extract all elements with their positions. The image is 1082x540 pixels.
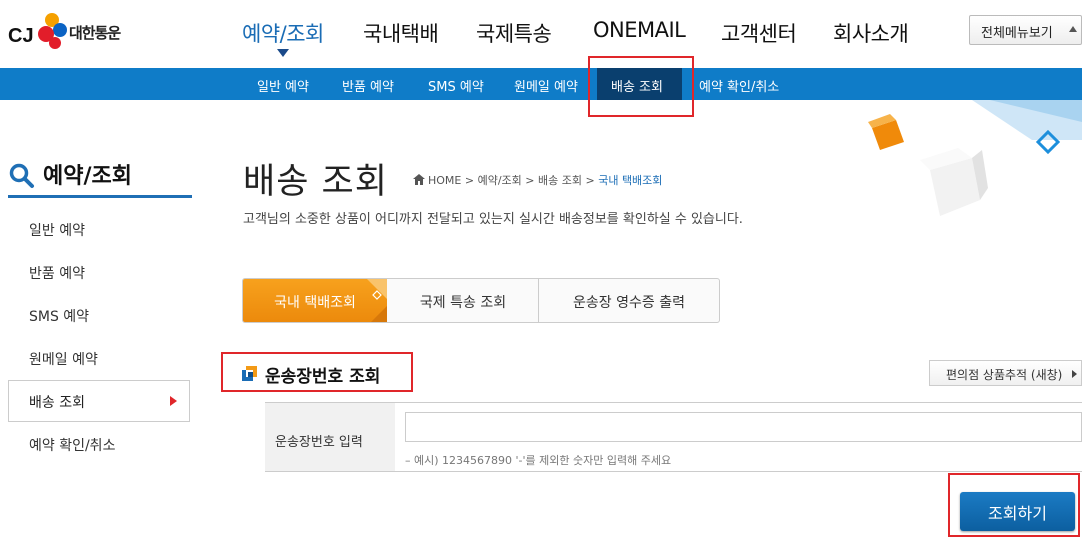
lnb-item-delivery-tracking[interactable]: 배송 조회 (29, 392, 85, 412)
page-description: 고객님의 소중한 상품이 어디까지 전달되고 있는지 실시간 배송정보를 확인하… (243, 212, 743, 227)
tab-label: 국제 특송 조회 (419, 295, 507, 311)
highlight-box-section (221, 352, 413, 392)
highlight-box-subnav (588, 56, 694, 117)
search-icon (9, 163, 34, 188)
waybill-hint: – 예시) 1234567890 '-'를 제외한 숫자만 입력해 주세요 (405, 454, 672, 467)
gnb-domestic[interactable]: 국내택배 (363, 18, 439, 48)
highlight-box-submit (948, 473, 1080, 537)
cj-logo-icon: CJ (8, 13, 67, 49)
lnb-item-sms-reservation[interactable]: SMS 예약 (29, 306, 89, 326)
waybill-label: 운송장번호 입력 (275, 435, 363, 450)
lnb-item-return-reservation[interactable]: 반품 예약 (29, 263, 85, 283)
header: CJ 대한통운 예약/조회 국내택배 국제특송 ONEMAIL 고객센터 회사소… (0, 0, 1082, 68)
lnb-item-reservation-check[interactable]: 예약 확인/취소 (29, 435, 115, 455)
lnb-item-general-reservation[interactable]: 일반 예약 (29, 220, 85, 240)
home-icon (413, 174, 425, 185)
gnb-reservation[interactable]: 예약/조회 (242, 18, 324, 48)
tab-international-tracking[interactable]: 국제 특송 조회 (388, 279, 538, 322)
brand-name: 대한통운 (69, 24, 121, 42)
svg-text:CJ: CJ (8, 25, 34, 47)
breadcrumb-tracking[interactable]: 배송 조회 (538, 174, 582, 187)
lnb-title-underline (8, 195, 192, 198)
tab-corner-decoration-icon (367, 279, 387, 322)
page-title: 배송 조회 (243, 162, 388, 202)
all-menu-button[interactable]: 전체메뉴보기 (969, 15, 1082, 45)
gnb-onemail[interactable]: ONEMAIL (593, 18, 686, 42)
breadcrumb: HOME > 예약/조회 > 배송 조회 > 국내 택배조회 (413, 172, 662, 188)
breadcrumb-current: 국내 택배조회 (598, 174, 663, 187)
cvs-tracking-button[interactable]: 편의점 상품추적 (새창) (929, 360, 1082, 386)
all-menu-label: 전체메뉴보기 (981, 26, 1053, 41)
lnb-item-onemail-reservation[interactable]: 원메일 예약 (29, 349, 98, 369)
tab-label: 국내 택배조회 (274, 295, 356, 311)
waybill-form: 운송장번호 입력 – 예시) 1234567890 '-'를 제외한 숫자만 입… (265, 402, 1082, 472)
breadcrumb-home[interactable]: HOME (428, 174, 461, 187)
subnav-return-reservation[interactable]: 반품 예약 (342, 76, 394, 95)
gnb-active-indicator (277, 49, 289, 57)
tab-label: 운송장 영수증 출력 (573, 295, 685, 311)
lnb-title: 예약/조회 (43, 164, 132, 189)
subnav-sms-reservation[interactable]: SMS 예약 (428, 76, 484, 95)
form-label-cell: 운송장번호 입력 (265, 403, 395, 471)
subnav-onemail-reservation[interactable]: 원메일 예약 (514, 76, 578, 95)
lnb-active-arrow-icon (170, 396, 177, 406)
subnav-general-reservation[interactable]: 일반 예약 (257, 76, 309, 95)
subnav-reservation-check[interactable]: 예약 확인/취소 (699, 76, 779, 95)
gnb-company[interactable]: 회사소개 (833, 18, 909, 48)
chevron-right-icon (1072, 370, 1077, 378)
breadcrumb-reservation[interactable]: 예약/조회 (478, 174, 522, 187)
gnb-customer-center[interactable]: 고객센터 (721, 18, 797, 48)
decorative-cubes (868, 100, 1082, 216)
tracking-tabs: 국내 택배조회 국제 특송 조회 운송장 영수증 출력 (242, 278, 720, 323)
waybill-number-input[interactable] (405, 412, 1082, 442)
cvs-tracking-label: 편의점 상품추적 (새창) (946, 368, 1063, 382)
caret-up-icon (1069, 26, 1077, 32)
tab-domestic-tracking[interactable]: 국내 택배조회 (243, 279, 387, 322)
tab-receipt-print[interactable]: 운송장 영수증 출력 (539, 279, 719, 322)
gnb-international[interactable]: 국제특송 (476, 18, 552, 48)
